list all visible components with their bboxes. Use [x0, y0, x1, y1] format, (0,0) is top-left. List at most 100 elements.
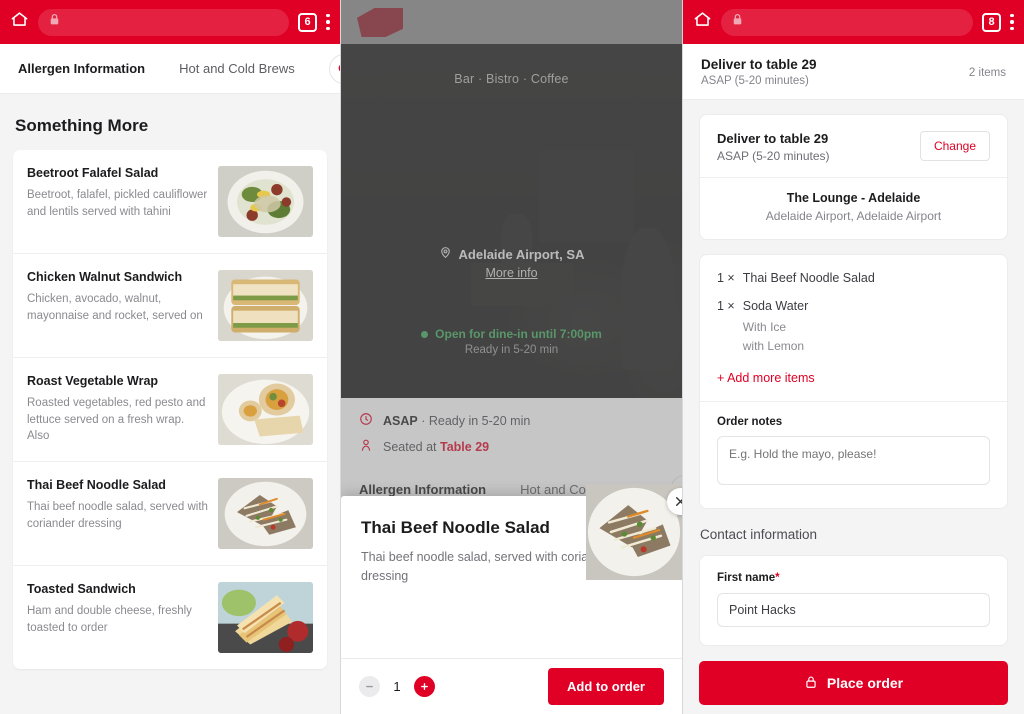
place-order-label: Place order — [826, 675, 904, 692]
home-icon[interactable] — [693, 10, 712, 34]
open-status-text: Open for dine-in until 7:00pm — [435, 327, 602, 341]
venue-open-status: Open for dine-in until 7:00pm — [421, 327, 602, 341]
list-item[interactable]: Toasted Sandwich Ham and double cheese, … — [13, 566, 327, 669]
line-modifier: With Ice — [742, 320, 787, 334]
checkout-scroll-area[interactable]: Deliver to table 29 ASAP (5-20 minutes) … — [683, 100, 1024, 714]
meta-asap-detail: · Ready in 5-20 min — [421, 413, 531, 428]
delivery-subtitle: ASAP (5-20 minutes) — [717, 149, 830, 163]
delivery-card: Deliver to table 29 ASAP (5-20 minutes) … — [699, 114, 1008, 240]
section-title: Something More — [15, 116, 149, 135]
middle-venue-panel: Bar · Bistro · Coffee Adelaide Airport, … — [341, 0, 683, 714]
line-modifiers: With Ice with Lemon — [743, 318, 809, 355]
order-notes-label: Order notes — [717, 416, 783, 429]
menu-item-thumbnail — [218, 374, 313, 445]
first-name-label-text: First name — [717, 572, 776, 585]
checkout-header: Deliver to table 29 ASAP (5-20 minutes) … — [683, 44, 1024, 100]
order-meta-strip: ASAP · Ready in 5-20 min Seated at Table… — [341, 398, 682, 465]
meta-seated-row: Seated at Table 29 — [359, 438, 664, 455]
first-name-label: First name* — [717, 572, 990, 584]
delivery-title: Deliver to table 29 — [717, 131, 829, 146]
overflow-menu-icon[interactable] — [326, 13, 330, 31]
minus-icon[interactable] — [359, 676, 380, 697]
order-notes-section: Order notes — [700, 401, 1007, 508]
tab-hot-and-cold-brews[interactable]: Hot and Cold Brews — [179, 61, 295, 76]
first-name-field[interactable] — [717, 593, 990, 628]
menu-item-name: Roast Vegetable Wrap — [27, 374, 159, 388]
quantity-stepper: 1 — [359, 676, 435, 697]
browser-chrome-right: 8 — [683, 0, 1024, 44]
add-more-items-link[interactable]: + Add more items — [717, 371, 815, 385]
add-to-order-button[interactable]: Add to order — [548, 668, 664, 705]
more-info-link[interactable]: More info — [485, 266, 537, 280]
menu-item-name: Toasted Sandwich — [27, 582, 136, 597]
home-icon[interactable] — [10, 10, 29, 34]
item-count-label: 2 items — [968, 67, 1006, 79]
hero-top-bar — [341, 0, 682, 44]
venue-block: The Lounge - Adelaide Adelaide Airport, … — [700, 177, 1007, 239]
menu-item-description: Ham and double cheese, freshly toasted t… — [27, 605, 192, 634]
qantas-tail-fin-logo — [357, 8, 403, 37]
venue-address: Adelaide Airport, Adelaide Airport — [765, 209, 942, 223]
url-bar[interactable] — [38, 8, 289, 36]
tab-allergen-information[interactable]: Allergen Information — [359, 482, 486, 497]
contact-fields-card: First name* — [699, 555, 1008, 647]
overflow-menu-icon[interactable] — [1010, 13, 1014, 31]
item-detail-sheet: Thai Beef Noodle Salad Thai beef noodle … — [341, 484, 682, 714]
list-item[interactable]: Chicken Walnut Sandwich Chicken, avocado… — [13, 254, 327, 358]
line-name: Soda Water — [742, 299, 809, 313]
change-button[interactable]: Change — [919, 131, 990, 161]
order-line-item[interactable]: 1 × Soda Water With Ice with Lemon — [717, 299, 990, 355]
lock-icon — [48, 13, 61, 31]
menu-item-description: Roasted vegetables, red pesto and lettuc… — [27, 397, 206, 443]
menu-scroll-area[interactable]: Something More Beetroot Falafel Salad Be… — [0, 94, 340, 714]
venue-ready-time: Ready in 5-20 min — [464, 344, 559, 356]
meta-asap-row: ASAP · Ready in 5-20 min — [359, 412, 664, 429]
meta-table-number: Table 29 — [440, 439, 490, 454]
person-icon — [359, 438, 373, 455]
list-item[interactable]: Thai Beef Noodle Salad Thai beef noodle … — [13, 462, 327, 567]
line-name: Thai Beef Noodle Salad — [742, 271, 875, 285]
list-item[interactable]: Beetroot Falafel Salad Beetroot, falafel… — [13, 150, 327, 254]
category-tab-strip-left: Allergen Information Hot and Cold Brews — [0, 44, 340, 94]
order-line-item[interactable]: 1 × Thai Beef Noodle Salad — [717, 271, 990, 285]
url-bar[interactable] — [721, 8, 973, 36]
required-asterisk: * — [775, 572, 780, 585]
venue-tagline: Bar · Bistro · Coffee — [454, 72, 569, 86]
order-notes-input[interactable] — [717, 436, 990, 486]
clock-icon — [359, 412, 373, 429]
menu-card-list: Beetroot Falafel Salad Beetroot, falafel… — [13, 150, 327, 670]
place-order-button[interactable]: Place order — [699, 661, 1008, 706]
list-item[interactable]: Roast Vegetable Wrap Roasted vegetables,… — [13, 358, 327, 463]
three-panel-screenshot: 6 Allergen Information Hot and Cold Brew… — [0, 0, 1024, 714]
tab-count-badge[interactable]: 6 — [298, 12, 317, 32]
left-browser-panel: 6 Allergen Information Hot and Cold Brew… — [0, 0, 341, 714]
lock-icon — [731, 13, 744, 31]
tab-count-badge[interactable]: 8 — [982, 12, 1001, 32]
menu-item-thumbnail — [218, 478, 313, 550]
lock-icon — [804, 675, 818, 692]
line-quantity: 1 × — [717, 271, 735, 285]
menu-item-name: Beetroot Falafel Salad — [27, 166, 159, 180]
plus-icon[interactable] — [414, 676, 435, 697]
menu-item-name: Chicken Walnut Sandwich — [27, 270, 183, 284]
meta-asap-label: ASAP — [383, 413, 418, 428]
search-icon[interactable] — [328, 53, 340, 84]
line-quantity: 1 × — [717, 299, 735, 313]
browser-chrome-left: 6 — [0, 0, 340, 44]
venue-location: Adelaide Airport, SA — [439, 246, 584, 262]
location-pin-icon — [439, 246, 452, 262]
venue-hero: Bar · Bistro · Coffee Adelaide Airport, … — [341, 0, 682, 398]
tab-allergen-information[interactable]: Allergen Information — [18, 61, 145, 76]
meta-seated-prefix: Seated at — [383, 439, 437, 454]
menu-item-description: Thai beef noodle salad, served with cori… — [27, 501, 208, 530]
line-modifier: with Lemon — [742, 338, 805, 353]
checkout-header-subtitle: ASAP (5-20 minutes) — [701, 75, 809, 87]
status-dot-icon — [421, 330, 429, 338]
item-sheet-footer: 1 Add to order — [341, 658, 682, 714]
menu-item-thumbnail — [218, 166, 313, 237]
menu-item-thumbnail — [218, 270, 313, 341]
order-items-card: 1 × Thai Beef Noodle Salad 1 × Soda Wate… — [699, 254, 1008, 510]
quantity-value: 1 — [393, 679, 401, 694]
menu-item-description: Beetroot, falafel, pickled cauliflower a… — [27, 189, 208, 218]
menu-item-thumbnail — [218, 582, 313, 654]
